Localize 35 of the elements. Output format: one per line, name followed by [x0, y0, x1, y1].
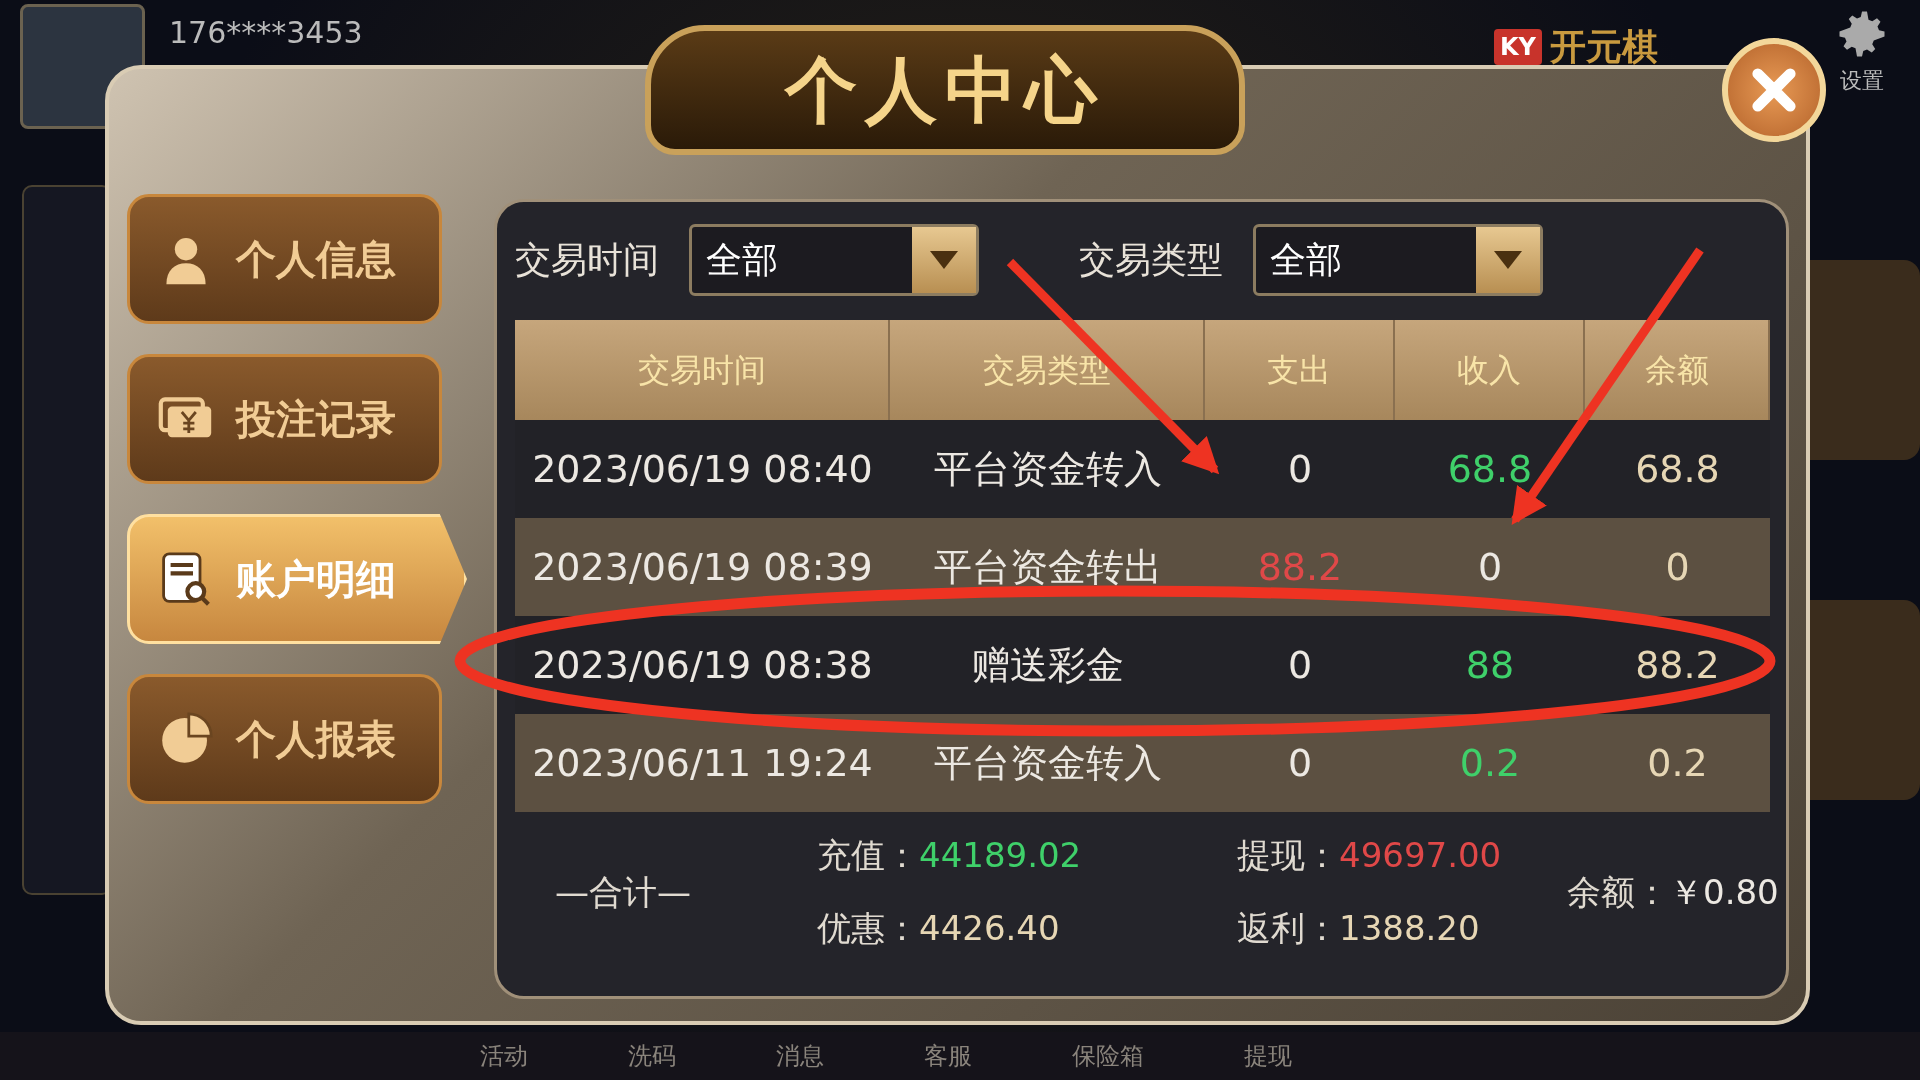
- table-cell: 2023/06/19 08:39: [515, 518, 890, 616]
- menu-tab[interactable]: 个人信息: [127, 194, 442, 324]
- column-header: 支出: [1205, 320, 1395, 420]
- column-header: 交易时间: [515, 320, 890, 420]
- nav-item[interactable]: 客服: [924, 1038, 972, 1074]
- filter-label: 交易时间: [515, 238, 659, 282]
- summary-item: 返利：1388.20: [1237, 907, 1481, 950]
- logo-badge: KY: [1494, 29, 1542, 65]
- menu-tab[interactable]: 个人报表: [127, 674, 442, 804]
- dropdown-field[interactable]: 全部: [1253, 224, 1543, 296]
- nav-item[interactable]: 消息: [776, 1038, 824, 1074]
- summary-item: 优惠：4426.40: [817, 907, 1061, 950]
- column-header: 收入: [1395, 320, 1585, 420]
- caret-icon: [912, 227, 976, 293]
- dialog-title: 个人中心: [645, 25, 1245, 155]
- summary-item: 余额：￥0.80: [1567, 870, 1779, 914]
- table-cell: 0: [1585, 518, 1770, 616]
- filter-label: 交易类型: [1079, 238, 1223, 282]
- caret-icon: [1476, 227, 1540, 293]
- nav-item[interactable]: 提现: [1244, 1038, 1292, 1074]
- settings-label[interactable]: 设置: [1840, 64, 1884, 97]
- summary-item: 提现：49697.00: [1237, 834, 1503, 877]
- total-label: —合计—: [555, 870, 692, 914]
- column-header: 余额: [1585, 320, 1770, 420]
- phone-number: 176****3453: [169, 14, 363, 52]
- dropdown-field[interactable]: 全部: [689, 224, 979, 296]
- nav-item[interactable]: 洗码: [628, 1038, 676, 1074]
- table-cell: 0.2: [1585, 714, 1770, 812]
- summary-item: 充值：44189.02: [817, 834, 1083, 877]
- nav-item[interactable]: 保险箱: [1072, 1038, 1144, 1074]
- menu-tab[interactable]: 投注记录: [127, 354, 442, 484]
- logo-text: 开元棋: [1550, 25, 1658, 69]
- table-cell: 2023/06/11 19:24: [515, 714, 890, 812]
- table-cell: 0.2: [1395, 714, 1585, 812]
- nav-item[interactable]: 活动: [480, 1038, 528, 1074]
